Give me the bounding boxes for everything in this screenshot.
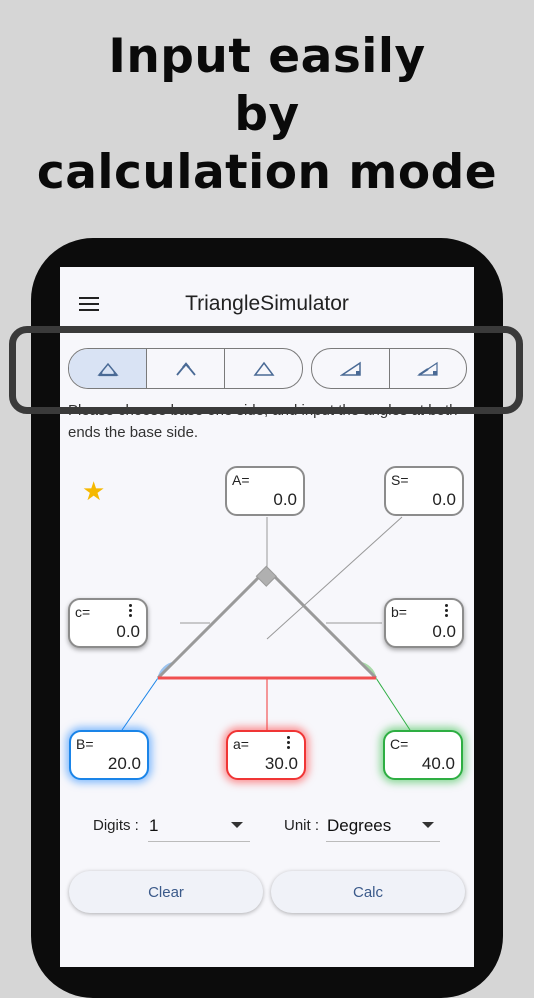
field-angle-B[interactable]: B= 20.0: [69, 730, 149, 780]
field-angle-C-label: C=: [390, 736, 409, 752]
field-side-b[interactable]: b= 0.0: [384, 598, 464, 648]
field-side-c-value: 0.0: [116, 622, 140, 641]
field-side-b-value: 0.0: [432, 622, 456, 641]
field-area-S-label: S=: [391, 472, 409, 488]
field-side-a-value: 30.0: [264, 754, 298, 773]
unit-select-value[interactable]: Degrees: [327, 816, 391, 836]
field-side-c-label: c=: [75, 604, 91, 620]
field-side-b-label: b=: [391, 604, 407, 620]
field-angle-C-value: 40.0: [421, 754, 455, 773]
digits-select-value[interactable]: 1: [149, 816, 158, 836]
field-side-a[interactable]: a= 30.0: [226, 730, 306, 780]
digits-label: Digits :: [93, 817, 139, 834]
field-angle-A-label: A=: [232, 472, 250, 488]
more-vert-icon[interactable]: [445, 604, 449, 619]
digits-select-underline: [148, 841, 250, 842]
unit-select-underline: [326, 841, 440, 842]
field-angle-B-value: 20.0: [107, 754, 141, 773]
highlight-frame: [9, 326, 523, 414]
field-angle-B-label: B=: [76, 736, 94, 752]
headline-line-2: by: [234, 87, 300, 142]
headline-line-1: Input easily: [108, 29, 426, 84]
field-angle-C[interactable]: C= 40.0: [383, 730, 463, 780]
calc-button[interactable]: Calc: [271, 871, 465, 913]
chevron-down-icon[interactable]: [422, 822, 434, 828]
field-angle-A-value: 0.0: [273, 490, 297, 509]
field-side-c[interactable]: c= 0.0: [68, 598, 148, 648]
headline-line-3: calculation mode: [36, 145, 498, 200]
more-vert-icon[interactable]: [287, 736, 291, 751]
field-angle-A[interactable]: A= 0.0: [225, 466, 305, 516]
chevron-down-icon[interactable]: [231, 822, 243, 828]
clear-button[interactable]: Clear: [69, 871, 263, 913]
field-side-a-label: a=: [233, 736, 249, 752]
unit-label: Unit :: [284, 817, 320, 834]
field-area-S-value: 0.0: [432, 490, 456, 509]
promo-headline: Input easily by calculation mode: [0, 28, 534, 202]
more-vert-icon[interactable]: [129, 604, 133, 619]
field-area-S[interactable]: S= 0.0: [384, 466, 464, 516]
